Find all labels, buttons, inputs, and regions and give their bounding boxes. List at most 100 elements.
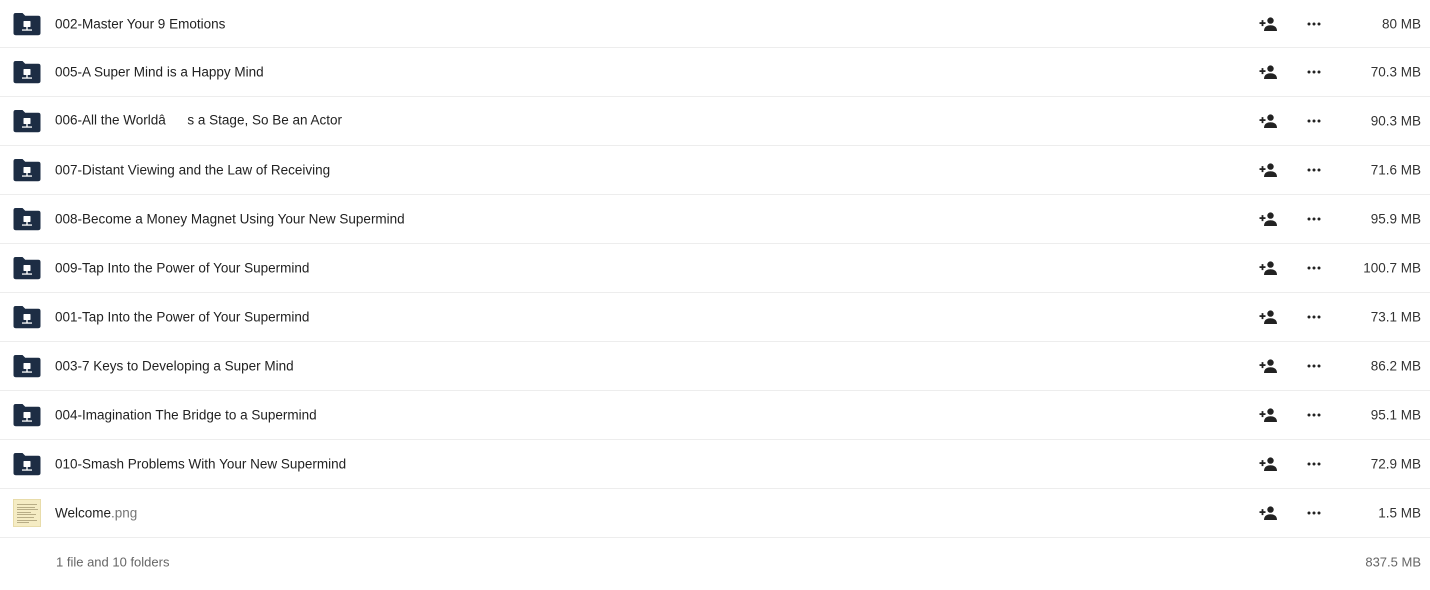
file-name-base: 001-Tap Into the Power of Your Supermind	[55, 309, 310, 325]
shared-folder-icon[interactable]	[12, 58, 42, 86]
shared-folder-icon[interactable]	[12, 401, 42, 429]
file-name[interactable]: 006-All the Worldâs a Stage, So Be an …	[55, 113, 342, 130]
file-name-base: Welcome	[55, 505, 112, 521]
file-name[interactable]: 005-A Super Mind is a Happy Mind	[55, 65, 264, 80]
folder-row[interactable]: 004-Imagination The Bridge to a Supermin…	[0, 391, 1430, 440]
share-button[interactable]	[1256, 207, 1280, 231]
file-name-base: 007-Distant Viewing and the Law of Recei…	[55, 162, 331, 178]
shared-folder-icon[interactable]	[12, 303, 42, 331]
file-extension: .png	[111, 505, 138, 521]
more-options-button[interactable]	[1302, 109, 1326, 133]
list-footer: 1 file and 10 folders 837.5 MB	[0, 538, 1430, 586]
add-person-icon	[1259, 261, 1277, 275]
share-button[interactable]	[1256, 12, 1280, 36]
add-person-icon	[1259, 114, 1277, 128]
shared-folder-icon[interactable]	[12, 10, 42, 38]
more-options-icon	[1307, 70, 1321, 74]
share-button[interactable]	[1256, 354, 1280, 378]
shared-folder-icon[interactable]	[12, 107, 42, 135]
share-button[interactable]	[1256, 109, 1280, 133]
more-options-icon	[1307, 462, 1321, 466]
image-preview	[13, 499, 41, 527]
total-size: 837.5 MB	[1365, 554, 1421, 570]
file-name[interactable]: 003-7 Keys to Developing a Super Mind	[55, 359, 294, 374]
file-name-base: 003-7 Keys to Developing a Super Mind	[55, 358, 294, 374]
file-size: 95.9 MB	[1370, 211, 1421, 227]
file-name-base: 009-Tap Into the Power of Your Supermind	[55, 260, 310, 276]
more-options-button[interactable]	[1302, 12, 1326, 36]
shared-folder-icon[interactable]	[12, 205, 42, 233]
share-button[interactable]	[1256, 60, 1280, 84]
file-name[interactable]: 004-Imagination The Bridge to a Supermin…	[55, 408, 317, 423]
folder-row[interactable]: 002-Master Your 9 Emotions 80 MB	[0, 0, 1430, 48]
add-person-icon	[1259, 506, 1277, 520]
more-options-button[interactable]	[1302, 403, 1326, 427]
file-rows: 002-Master Your 9 Emotions 80 MB 005-A S…	[0, 0, 1430, 538]
shared-folder-icon[interactable]	[12, 352, 42, 380]
file-name[interactable]: Welcome.png	[55, 506, 137, 521]
folder-row[interactable]: 007-Distant Viewing and the Law of Recei…	[0, 146, 1430, 195]
add-person-icon	[1259, 310, 1277, 324]
file-name[interactable]: 008-Become a Money Magnet Using Your New…	[55, 212, 405, 227]
image-thumbnail[interactable]	[12, 499, 42, 527]
folder-row[interactable]: 001-Tap Into the Power of Your Supermind…	[0, 293, 1430, 342]
more-options-icon	[1307, 315, 1321, 319]
file-name[interactable]: 001-Tap Into the Power of Your Supermind	[55, 310, 309, 325]
share-button[interactable]	[1256, 158, 1280, 182]
more-options-icon	[1307, 266, 1321, 270]
more-options-button[interactable]	[1302, 354, 1326, 378]
file-name[interactable]: 009-Tap Into the Power of Your Supermind	[55, 261, 309, 276]
more-options-icon	[1307, 22, 1321, 25]
file-size: 71.6 MB	[1370, 162, 1421, 178]
file-size: 73.1 MB	[1370, 309, 1421, 325]
more-options-button[interactable]	[1302, 158, 1326, 182]
folder-row[interactable]: 003-7 Keys to Developing a Super Mind 86…	[0, 342, 1430, 391]
file-size: 70.3 MB	[1370, 64, 1421, 80]
more-options-button[interactable]	[1302, 305, 1326, 329]
more-options-icon	[1307, 413, 1321, 417]
file-size: 80 MB	[1381, 16, 1421, 31]
file-row[interactable]: Welcome.png 1.5 MB	[0, 489, 1430, 538]
more-options-icon	[1307, 119, 1321, 123]
file-name[interactable]: 007-Distant Viewing and the Law of Recei…	[55, 163, 330, 178]
file-size: 100.7 MB	[1363, 260, 1421, 276]
more-options-button[interactable]	[1302, 60, 1326, 84]
add-person-icon	[1259, 65, 1277, 79]
folder-row[interactable]: 010-Smash Problems With Your New Supermi…	[0, 440, 1430, 489]
more-options-icon	[1307, 217, 1321, 221]
file-size: 72.9 MB	[1370, 456, 1421, 472]
more-options-button[interactable]	[1302, 452, 1326, 476]
file-name[interactable]: 002-Master Your 9 Emotions	[55, 16, 225, 31]
share-button[interactable]	[1256, 501, 1280, 525]
file-size: 90.3 MB	[1370, 113, 1421, 129]
file-name-base: 005-A Super Mind is a Happy Mind	[55, 64, 264, 80]
file-name-base: 002-Master Your 9 Emotions	[55, 16, 226, 31]
folder-row[interactable]: 006-All the Worldâs a Stage, So Be an …	[0, 97, 1430, 146]
file-name-base: 008-Become a Money Magnet Using Your New…	[55, 211, 405, 227]
add-person-icon	[1259, 16, 1277, 31]
add-person-icon	[1259, 163, 1277, 177]
file-size: 95.1 MB	[1370, 407, 1421, 423]
share-button[interactable]	[1256, 305, 1280, 329]
shared-folder-icon[interactable]	[12, 450, 42, 478]
share-button[interactable]	[1256, 403, 1280, 427]
add-person-icon	[1259, 359, 1277, 373]
more-options-icon	[1307, 511, 1321, 515]
shared-folder-icon[interactable]	[12, 156, 42, 184]
folder-row[interactable]: 005-A Super Mind is a Happy Mind 70.3 MB	[0, 48, 1430, 97]
file-size: 86.2 MB	[1370, 358, 1421, 374]
more-options-button[interactable]	[1302, 207, 1326, 231]
folder-row[interactable]: 008-Become a Money Magnet Using Your New…	[0, 195, 1430, 244]
folder-row[interactable]: 009-Tap Into the Power of Your Supermind…	[0, 244, 1430, 293]
shared-folder-icon[interactable]	[12, 254, 42, 282]
add-person-icon	[1259, 408, 1277, 422]
more-options-icon	[1307, 364, 1321, 368]
add-person-icon	[1259, 457, 1277, 471]
file-size: 1.5 MB	[1378, 505, 1421, 521]
share-button[interactable]	[1256, 256, 1280, 280]
file-name-base: 010-Smash Problems With Your New Supermi…	[55, 456, 347, 472]
share-button[interactable]	[1256, 452, 1280, 476]
more-options-button[interactable]	[1302, 501, 1326, 525]
more-options-button[interactable]	[1302, 256, 1326, 280]
file-name[interactable]: 010-Smash Problems With Your New Supermi…	[55, 457, 346, 472]
